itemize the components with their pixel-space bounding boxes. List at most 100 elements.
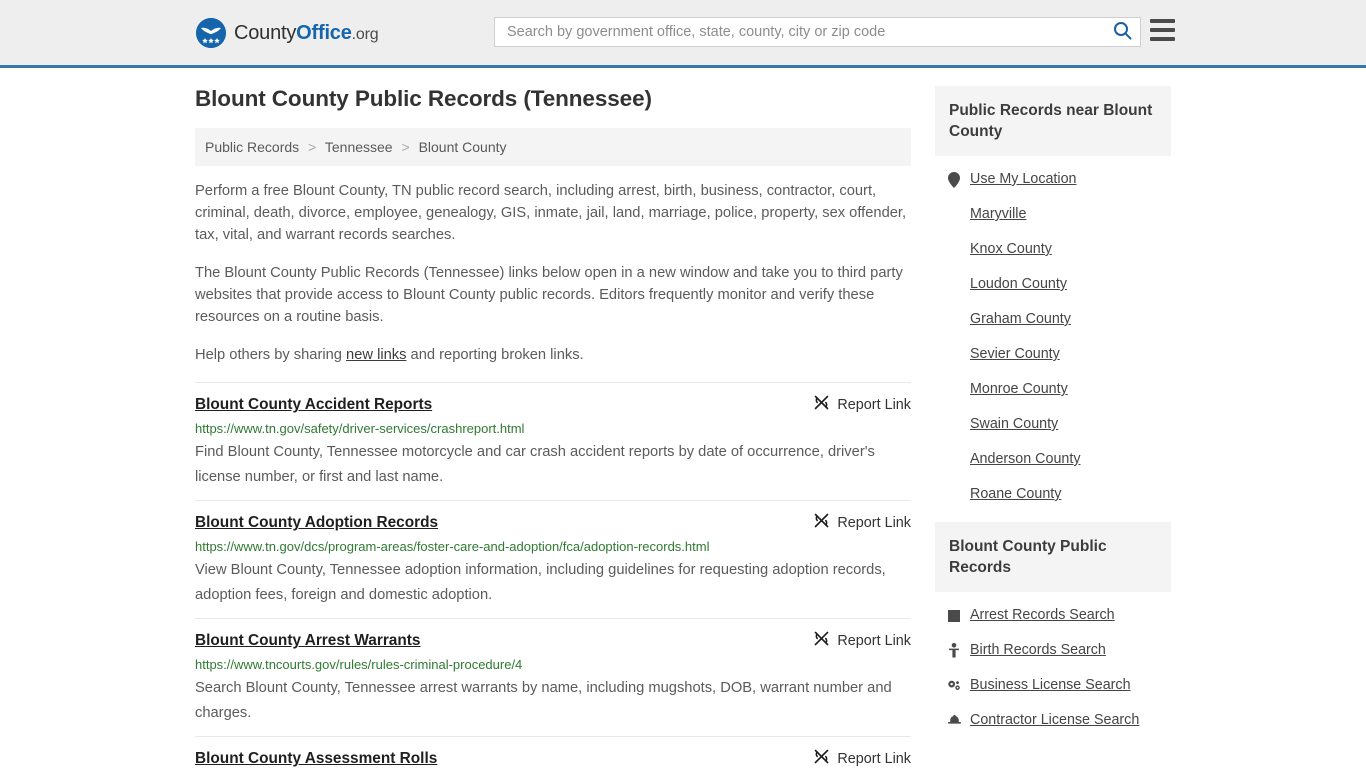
- logo-text-county: County: [234, 22, 297, 44]
- breadcrumb-separator-2: >: [401, 139, 410, 155]
- breadcrumb-item-public-records[interactable]: Public Records: [205, 139, 299, 155]
- spacer-icon: [947, 312, 961, 328]
- content-container: Blount County Public Records (Tennessee)…: [195, 68, 1171, 768]
- sidebar-nearby-item-label[interactable]: Maryville: [970, 206, 1026, 223]
- new-links-link[interactable]: new links: [346, 347, 406, 363]
- record-description: Find Blount County, Tennessee motorcycle…: [195, 444, 875, 485]
- map-pin-icon: [947, 171, 961, 188]
- record-url[interactable]: https://www.tn.gov/dcs/program-areas/fos…: [195, 539, 911, 555]
- spacer-icon: [947, 277, 961, 293]
- report-link-button[interactable]: Report Link: [814, 513, 911, 532]
- sidebar-records-item[interactable]: Business License Search: [935, 668, 1171, 703]
- sidebar-section-records: Blount County Public Records Arrest Reco…: [935, 522, 1171, 738]
- spacer-icon: [947, 242, 961, 258]
- sidebar-nearby-item-label[interactable]: Graham County: [970, 311, 1071, 328]
- logo-text-org: .org: [351, 26, 379, 43]
- search-input[interactable]: [495, 18, 1104, 46]
- sidebar-records-item[interactable]: Contractor License Search: [935, 703, 1171, 738]
- sidebar-nearby-item[interactable]: Maryville: [935, 197, 1171, 232]
- search-button[interactable]: [1104, 18, 1140, 46]
- sidebar-records-item-label[interactable]: Arrest Records Search: [970, 607, 1115, 624]
- sidebar-records-item-label[interactable]: Business License Search: [970, 677, 1131, 694]
- search-bar[interactable]: [494, 17, 1141, 47]
- unlink-icon: [814, 395, 829, 414]
- record-title-link[interactable]: Blount County Assessment Rolls: [195, 749, 437, 768]
- sidebar-records-list: Arrest Records Search Birth Records Searc…: [935, 592, 1171, 738]
- record-title-link[interactable]: Blount County Arrest Warrants: [195, 631, 420, 651]
- breadcrumb-item-blount-county[interactable]: Blount County: [419, 139, 507, 155]
- sidebar-nearby-item-label[interactable]: Roane County: [970, 486, 1061, 503]
- handcuffs-icon: [947, 608, 961, 624]
- record-description: View Blount County, Tennessee adoption i…: [195, 562, 886, 603]
- sidebar-nearby-item-label[interactable]: Use My Location: [970, 171, 1076, 188]
- sidebar-nearby-item[interactable]: Monroe County: [935, 372, 1171, 407]
- spacer-icon: [947, 487, 961, 503]
- spacer-icon: [947, 452, 961, 468]
- spacer-icon: [947, 417, 961, 433]
- gears-icon: [947, 678, 961, 694]
- hamburger-bar-1: [1150, 19, 1175, 23]
- unlink-icon: [814, 749, 829, 768]
- sidebar-nearby-item-label[interactable]: Loudon County: [970, 276, 1067, 293]
- intro-paragraph-2: The Blount County Public Records (Tennes…: [195, 265, 903, 325]
- sidebar-records-item-label[interactable]: Contractor License Search: [970, 712, 1139, 729]
- report-link-button[interactable]: Report Link: [814, 631, 911, 650]
- sidebar-nearby-item[interactable]: Roane County: [935, 477, 1171, 512]
- intro-p3-after: and reporting broken links.: [406, 347, 584, 363]
- unlink-icon: [814, 631, 829, 650]
- hard-hat-icon: [947, 713, 961, 729]
- unlink-icon: [814, 513, 829, 532]
- sidebar-records-item-label[interactable]: Birth Records Search: [970, 642, 1106, 659]
- sidebar-nearby-heading: Public Records near Blount County: [935, 86, 1171, 156]
- intro-text: Perform a free Blount County, TN public …: [195, 180, 911, 366]
- sidebar-nearby-item[interactable]: Swain County: [935, 407, 1171, 442]
- sidebar-records-item[interactable]: Birth Records Search: [935, 633, 1171, 668]
- sidebar-nearby-item[interactable]: Use My Location: [935, 162, 1171, 197]
- spacer-icon: [947, 347, 961, 363]
- page-body: Blount County Public Records (Tennessee)…: [0, 68, 1366, 768]
- sidebar-nearby-item-label[interactable]: Swain County: [970, 416, 1058, 433]
- intro-p3-before: Help others by sharing: [195, 347, 347, 363]
- sidebar-nearby-item-label[interactable]: Anderson County: [970, 451, 1080, 468]
- record-url[interactable]: https://www.tn.gov/safety/driver-service…: [195, 421, 911, 437]
- records-list: Blount County Accident Reports Report Lin…: [195, 382, 911, 768]
- sidebar-nearby-item[interactable]: Sevier County: [935, 337, 1171, 372]
- sidebar-nearby-item-label[interactable]: Monroe County: [970, 381, 1068, 398]
- sidebar-nearby-item[interactable]: Loudon County: [935, 267, 1171, 302]
- sidebar-nearby-item[interactable]: Anderson County: [935, 442, 1171, 477]
- site-header: CountyOffice.org: [0, 0, 1366, 68]
- logo-text-office: Office: [296, 22, 352, 44]
- report-link-label: Report Link: [837, 514, 911, 531]
- sidebar-nearby-item[interactable]: Knox County: [935, 232, 1171, 267]
- record-header: Blount County Accident Reports Report Lin…: [195, 395, 911, 415]
- record-title-link[interactable]: Blount County Adoption Records: [195, 513, 438, 533]
- report-link-button[interactable]: Report Link: [814, 395, 911, 414]
- sidebar-nearby-item-label[interactable]: Sevier County: [970, 346, 1060, 363]
- search-icon: [1113, 21, 1132, 43]
- sidebar-nearby-item[interactable]: Graham County: [935, 302, 1171, 337]
- record-url[interactable]: https://www.tncourts.gov/rules/rules-cri…: [195, 657, 911, 673]
- sidebar-records-item[interactable]: Arrest Records Search: [935, 598, 1171, 633]
- record-header: Blount County Arrest Warrants Report Link: [195, 631, 911, 651]
- menu-button[interactable]: [1150, 19, 1175, 41]
- record-header: Blount County Adoption Records Report Lin…: [195, 513, 911, 533]
- spacer-icon: [947, 382, 961, 398]
- record-title-link[interactable]: Blount County Accident Reports: [195, 395, 432, 415]
- sidebar-section-nearby: Public Records near Blount County Use My…: [935, 86, 1171, 512]
- main-column: Blount County Public Records (Tennessee)…: [195, 86, 911, 768]
- site-logo[interactable]: CountyOffice.org: [196, 18, 379, 48]
- breadcrumb-item-tennessee[interactable]: Tennessee: [325, 139, 393, 155]
- sidebar: Public Records near Blount County Use My…: [935, 86, 1171, 748]
- record-entry: Blount County Adoption Records Report Lin…: [195, 500, 911, 618]
- report-link-label: Report Link: [837, 396, 911, 413]
- intro-paragraph-3: Help others by sharing new links and rep…: [195, 344, 911, 366]
- record-header: Blount County Assessment Rolls Report Lin…: [195, 749, 911, 768]
- record-entry: Blount County Assessment Rolls Report Lin…: [195, 736, 911, 768]
- breadcrumb: Public Records > Tennessee > Blount Coun…: [195, 128, 911, 166]
- countyoffice-eagle-logo-icon: [196, 18, 226, 48]
- intro-paragraph-1: Perform a free Blount County, TN public …: [195, 183, 907, 243]
- report-link-button[interactable]: Report Link: [814, 749, 911, 768]
- page-title: Blount County Public Records (Tennessee): [195, 86, 652, 111]
- sidebar-nearby-item-label[interactable]: Knox County: [970, 241, 1052, 258]
- record-description: Search Blount County, Tennessee arrest w…: [195, 680, 892, 721]
